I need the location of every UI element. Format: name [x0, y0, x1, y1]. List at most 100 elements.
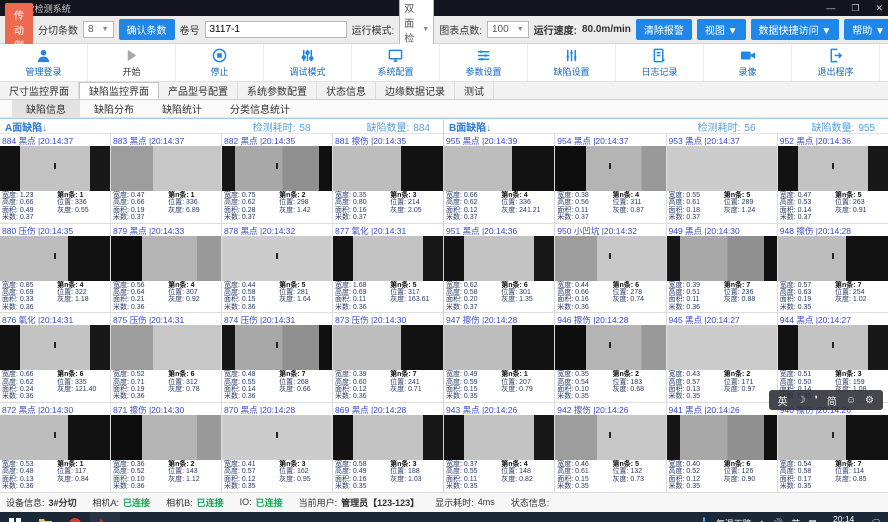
defect-cell[interactable]: 881 擦伤 |20:14:35 宽度: 0.35 高度: 0.80 面积: 0…: [333, 134, 443, 223]
defect-thumbnail[interactable]: [222, 146, 332, 191]
hidden-icons-chevron[interactable]: ^: [760, 519, 764, 522]
tab-sub-2[interactable]: 缺陷分布: [80, 100, 148, 117]
defect-thumbnail[interactable]: [222, 415, 332, 460]
defect-thumbnail[interactable]: [444, 325, 554, 370]
defect-thumbnail[interactable]: [0, 146, 110, 191]
thermometer-icon[interactable]: [700, 516, 708, 522]
defect-thumbnail[interactable]: [111, 236, 221, 281]
minimize-button[interactable]: —: [826, 3, 835, 14]
ime-simplified-toggle[interactable]: 简: [827, 393, 837, 408]
defect-cell[interactable]: 953 黑点 |20:14:37 宽度: 0.55 高度: 0.61 面积: 0…: [667, 134, 777, 223]
defect-cell[interactable]: 873 压伤 |20:14:30 宽度: 0.39 高度: 0.60 面积: 0…: [333, 313, 443, 402]
defect-cell[interactable]: 883 黑点 |20:14:37 宽度: 0.47 高度: 0.66 面积: 0…: [111, 134, 221, 223]
start-button[interactable]: [0, 512, 30, 522]
defect-thumbnail[interactable]: [0, 325, 110, 370]
chart-points-select[interactable]: 100▼: [487, 21, 529, 38]
defect-cell[interactable]: 940 擦伤 |20:14:26 宽度: 0.54 高度: 0.58 面积: 0…: [778, 403, 888, 492]
defect-thumbnail[interactable]: [667, 325, 777, 370]
tab-sub-1[interactable]: 缺陷信息: [12, 100, 80, 117]
toolbar-button-sliders-v[interactable]: 缺陷设置: [528, 44, 616, 81]
defect-thumbnail[interactable]: [111, 146, 221, 191]
defect-thumbnail[interactable]: [333, 325, 443, 370]
defect-cell[interactable]: 952 黑点 |20:14:36 宽度: 0.47 高度: 0.53 面积: 0…: [778, 134, 888, 223]
defect-thumbnail[interactable]: [111, 415, 221, 460]
toolbar-button-play[interactable]: 开始: [88, 44, 176, 81]
clock[interactable]: 20:14 2025/2/10: [825, 514, 863, 522]
defect-cell[interactable]: 941 黑点 |20:14:26 宽度: 0.40 高度: 0.52 面积: 0…: [667, 403, 777, 492]
defect-cell[interactable]: 871 擦伤 |20:14:30 宽度: 0.36 高度: 0.52 面积: 0…: [111, 403, 221, 492]
defect-cell[interactable]: 874 压伤 |20:14:31 宽度: 0.48 高度: 0.55 面积: 0…: [222, 313, 332, 402]
defect-cell[interactable]: 951 黑点 |20:14:36 宽度: 0.62 高度: 0.58 面积: 0…: [444, 224, 554, 313]
ime-apostrophe-icon[interactable]: ❜: [815, 395, 818, 406]
defect-thumbnail[interactable]: [444, 146, 554, 191]
slit-count-select[interactable]: 8▼: [83, 21, 114, 38]
defect-thumbnail[interactable]: [667, 146, 777, 191]
view-menu-button[interactable]: 视图 ▼: [697, 19, 746, 40]
defect-thumbnail[interactable]: [555, 236, 665, 281]
defect-cell[interactable]: 945 黑点 |20:14:27 宽度: 0.43 高度: 0.57 面积: 0…: [667, 313, 777, 402]
defect-cell[interactable]: 943 黑点 |20:14:26 宽度: 0.37 高度: 0.55 面积: 0…: [444, 403, 554, 492]
defect-thumbnail[interactable]: [555, 415, 665, 460]
ime-keyboard-icon[interactable]: ▦: [808, 518, 817, 522]
defect-cell[interactable]: 942 擦伤 |20:14:26 宽度: 0.46 高度: 0.61 面积: 0…: [555, 403, 665, 492]
defect-thumbnail[interactable]: [667, 236, 777, 281]
defect-thumbnail[interactable]: [333, 236, 443, 281]
toolbar-button-sliders[interactable]: 调试模式: [264, 44, 352, 81]
defect-thumbnail[interactable]: [778, 146, 888, 191]
defect-cell[interactable]: 950 小凹坑 |20:14:32 宽度: 0.44 高度: 0.66 面积: …: [555, 224, 665, 313]
tab-main-7[interactable]: 测试: [455, 82, 494, 99]
ime-lang-toggle[interactable]: 英: [778, 393, 788, 408]
defect-thumbnail[interactable]: [778, 325, 888, 370]
defect-thumbnail[interactable]: [444, 236, 554, 281]
defect-cell[interactable]: 877 氧化 |20:14:31 宽度: 1.68 高度: 0.69 面积: 0…: [333, 224, 443, 313]
defect-cell[interactable]: 948 擦伤 |20:14:28 宽度: 0.57 高度: 0.63 面积: 0…: [778, 224, 888, 313]
tab-sub-4[interactable]: 分类信息统计: [216, 100, 304, 117]
clear-alarm-button[interactable]: 清除报警: [636, 19, 692, 40]
tab-main-2[interactable]: 缺陷监控界面: [79, 82, 159, 99]
defect-thumbnail[interactable]: [333, 415, 443, 460]
close-button[interactable]: ✕: [875, 3, 883, 14]
confirm-count-button[interactable]: 确认条数: [119, 19, 175, 40]
maximize-button[interactable]: ❐: [851, 3, 859, 14]
toolbar-button-sliders-h[interactable]: 参数设置: [440, 44, 528, 81]
defect-cell[interactable]: 872 黑点 |20:14:30 宽度: 0.53 高度: 0.48 面积: 0…: [0, 403, 110, 492]
roll-number-input[interactable]: [205, 21, 347, 38]
toolbar-button-log[interactable]: 日志记录: [616, 44, 704, 81]
defect-cell[interactable]: 869 黑点 |20:14:28 宽度: 0.58 高度: 0.49 面积: 0…: [333, 403, 443, 492]
defect-thumbnail[interactable]: [0, 236, 110, 281]
ime-emoji-icon[interactable]: ☺: [846, 395, 856, 406]
toolbar-button-monitor[interactable]: 系统配置: [352, 44, 440, 81]
defect-cell[interactable]: 875 压伤 |20:14:31 宽度: 0.52 高度: 0.71 面积: 0…: [111, 313, 221, 402]
tab-main-3[interactable]: 产品型号配置: [159, 82, 238, 99]
ime-toolbar[interactable]: 英☽❜简☺⚙: [769, 390, 883, 410]
toolbar-button-camera[interactable]: 录像: [704, 44, 792, 81]
defect-thumbnail[interactable]: [0, 415, 110, 460]
volume-icon[interactable]: 🔊: [772, 518, 783, 522]
tab-main-1[interactable]: 尺寸监控界面: [0, 82, 79, 99]
defect-cell[interactable]: 882 黑点 |20:14:35 宽度: 0.75 高度: 0.62 面积: 0…: [222, 134, 332, 223]
defect-thumbnail[interactable]: [667, 415, 777, 460]
defect-cell[interactable]: 947 擦伤 |20:14:28 宽度: 0.49 高度: 0.59 面积: 0…: [444, 313, 554, 402]
defect-thumbnail[interactable]: [778, 415, 888, 460]
defect-thumbnail[interactable]: [555, 325, 665, 370]
defect-thumbnail[interactable]: [778, 236, 888, 281]
defect-thumbnail[interactable]: [555, 146, 665, 191]
tab-sub-3[interactable]: 缺陷统计: [148, 100, 216, 117]
ime-moon-icon[interactable]: ☽: [797, 395, 806, 406]
defect-thumbnail[interactable]: [444, 415, 554, 460]
tab-main-4[interactable]: 系统参数配置: [238, 82, 317, 99]
defect-thumbnail[interactable]: [222, 325, 332, 370]
tab-main-6[interactable]: 边缘数据记录: [376, 82, 455, 99]
help-menu-button[interactable]: 帮助 ▼: [844, 19, 888, 40]
app-icon-red[interactable]: [60, 512, 90, 522]
panel-a-title[interactable]: A面缺陷↓: [5, 119, 253, 134]
defect-cell[interactable]: 884 黑点 |20:14:37 宽度: 1.23 高度: 0.66 面积: 0…: [0, 134, 110, 223]
toolbar-button-stop[interactable]: 停止: [176, 44, 264, 81]
inspection-app-icon[interactable]: ◣: [90, 512, 120, 522]
weather-text[interactable]: 气温下降: [716, 517, 752, 522]
defect-cell[interactable]: 954 黑点 |20:14:37 宽度: 0.38 高度: 0.56 面积: 0…: [555, 134, 665, 223]
defect-cell[interactable]: 876 氧化 |20:14:31 宽度: 0.66 高度: 0.62 面积: 0…: [0, 313, 110, 402]
toolbar-button-exit[interactable]: 退出程序: [792, 44, 880, 81]
defect-cell[interactable]: 946 擦伤 |20:14:28 宽度: 0.35 高度: 0.54 面积: 0…: [555, 313, 665, 402]
defect-thumbnail[interactable]: [111, 325, 221, 370]
